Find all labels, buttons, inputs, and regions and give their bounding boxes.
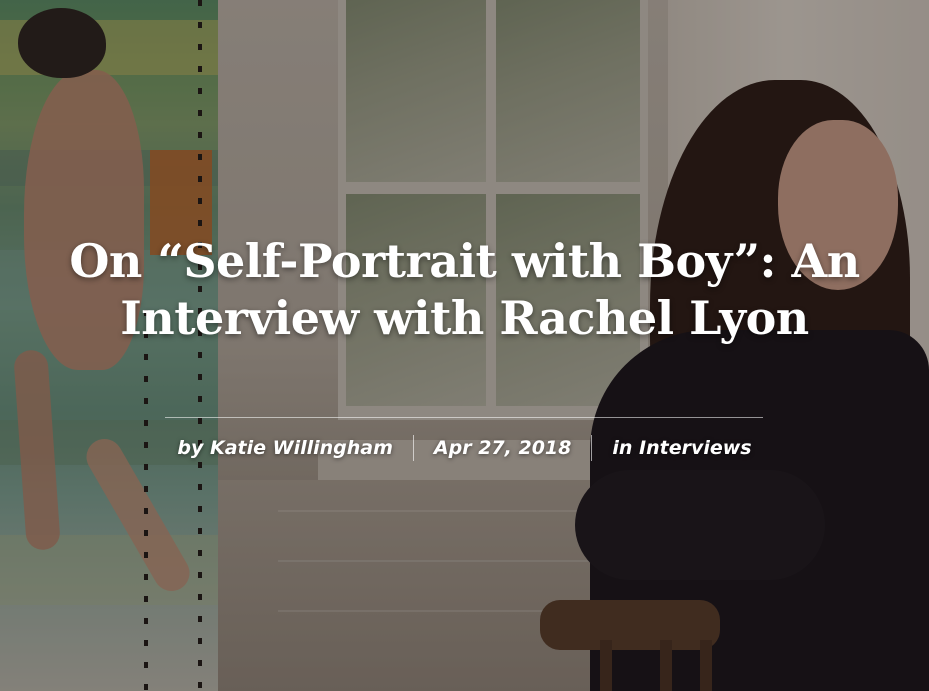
- post-author: by Katie Willingham: [157, 437, 413, 459]
- featured-header: On “Self-Portrait with Boy”: An Intervie…: [0, 0, 929, 691]
- title-divider: [165, 417, 763, 418]
- post-meta: by Katie Willingham Apr 27, 2018 in Inte…: [0, 433, 929, 463]
- title-container: On “Self-Portrait with Boy”: An Intervie…: [0, 233, 929, 347]
- post-date: Apr 27, 2018: [433, 437, 572, 459]
- author-prefix: by: [177, 437, 204, 459]
- category-link[interactable]: Interviews: [639, 437, 752, 459]
- category-prefix: in: [612, 437, 633, 459]
- author-link[interactable]: Katie Willingham: [210, 437, 393, 459]
- post-category: in Interviews: [592, 437, 771, 459]
- page-title: On “Self-Portrait with Boy”: An Intervie…: [69, 234, 860, 345]
